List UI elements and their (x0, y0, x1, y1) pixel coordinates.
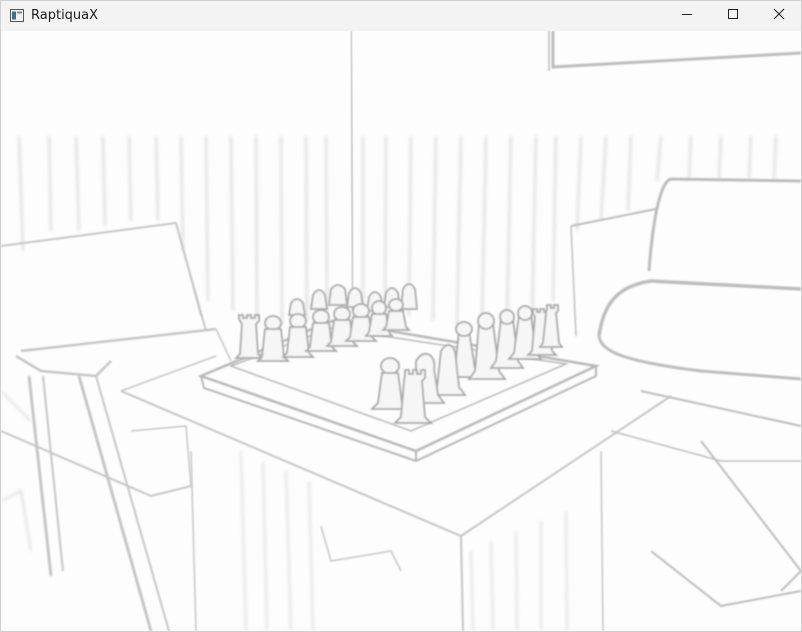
maximize-icon (727, 7, 739, 25)
wall-pole (350, 31, 354, 312)
left-armchair (1, 221, 232, 631)
white-chess-pieces (233, 283, 564, 424)
scene-render (1, 31, 801, 631)
minimize-icon (681, 7, 693, 25)
wall-frame (548, 31, 801, 71)
right-armchair (570, 177, 801, 608)
close-button[interactable] (756, 1, 801, 31)
render-viewport[interactable] (1, 31, 801, 631)
minimize-button[interactable] (664, 1, 710, 31)
title-bar[interactable]: RaptiquaX (1, 1, 801, 31)
maximize-button[interactable] (710, 1, 756, 31)
close-icon (773, 7, 785, 25)
app-window: RaptiquaX (0, 0, 802, 632)
window-title: RaptiquaX (31, 8, 99, 23)
app-window-icon (10, 9, 24, 22)
